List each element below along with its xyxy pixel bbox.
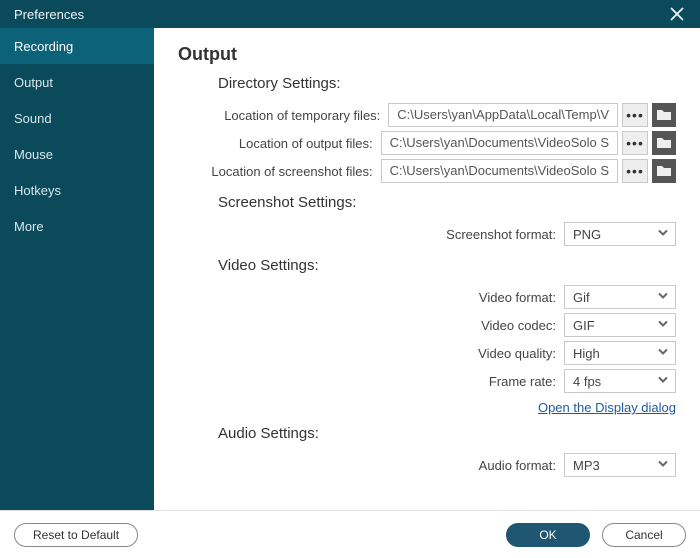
select-value: GIF xyxy=(573,318,595,333)
video-quality-select[interactable]: High xyxy=(564,341,676,365)
select-value: High xyxy=(573,346,600,361)
output-location-field[interactable]: C:\Users\yan\Documents\VideoSolo S xyxy=(381,131,618,155)
label-video-format: Video format: xyxy=(178,290,564,305)
footer: Reset to Default OK Cancel xyxy=(0,510,700,558)
sidebar-item-label: Sound xyxy=(14,111,52,126)
section-heading-screenshot: Screenshot Settings: xyxy=(218,194,676,211)
frame-rate-select[interactable]: 4 fps xyxy=(564,369,676,393)
sidebar-item-label: Hotkeys xyxy=(14,183,61,198)
screenshot-format-select[interactable]: PNG xyxy=(564,222,676,246)
folder-icon[interactable] xyxy=(652,159,676,183)
folder-icon[interactable] xyxy=(652,103,676,127)
sidebar-item-recording[interactable]: Recording xyxy=(0,28,154,64)
screenshot-location-browse-button[interactable]: ••• xyxy=(622,159,648,183)
close-icon[interactable] xyxy=(668,5,686,23)
temp-location-browse-button[interactable]: ••• xyxy=(622,103,648,127)
main-panel: Output Directory Settings: Location of t… xyxy=(154,28,700,510)
chevron-down-icon xyxy=(657,318,669,333)
select-value: 4 fps xyxy=(573,374,601,389)
chevron-down-icon xyxy=(657,346,669,361)
sidebar-item-label: Recording xyxy=(14,39,73,54)
sidebar-item-hotkeys[interactable]: Hotkeys xyxy=(0,172,154,208)
label-video-quality: Video quality: xyxy=(178,346,564,361)
open-display-dialog-link[interactable]: Open the Display dialog xyxy=(538,400,676,415)
sidebar-item-more[interactable]: More xyxy=(0,208,154,244)
reset-to-default-button[interactable]: Reset to Default xyxy=(14,523,138,547)
label-audio-format: Audio format: xyxy=(178,458,564,473)
chevron-down-icon xyxy=(657,290,669,305)
screenshot-location-field[interactable]: C:\Users\yan\Documents\VideoSolo S xyxy=(381,159,618,183)
select-value: PNG xyxy=(573,227,601,242)
page-title: Output xyxy=(178,44,676,65)
folder-icon[interactable] xyxy=(652,131,676,155)
preferences-window: Preferences Recording Output Sound Mouse… xyxy=(0,0,700,558)
select-value: MP3 xyxy=(573,458,600,473)
ok-button[interactable]: OK xyxy=(506,523,590,547)
window-title: Preferences xyxy=(14,7,84,22)
titlebar: Preferences xyxy=(0,0,700,28)
sidebar: Recording Output Sound Mouse Hotkeys Mor… xyxy=(0,28,154,510)
sidebar-item-output[interactable]: Output xyxy=(0,64,154,100)
label-temp-location: Location of temporary files: xyxy=(178,108,388,123)
label-frame-rate: Frame rate: xyxy=(178,374,564,389)
sidebar-item-mouse[interactable]: Mouse xyxy=(0,136,154,172)
section-heading-directory: Directory Settings: xyxy=(218,75,676,92)
label-screenshot-location: Location of screenshot files: xyxy=(178,164,381,179)
sidebar-item-label: More xyxy=(14,219,44,234)
section-heading-audio: Audio Settings: xyxy=(218,425,676,442)
output-location-browse-button[interactable]: ••• xyxy=(622,131,648,155)
cancel-button[interactable]: Cancel xyxy=(602,523,686,547)
chevron-down-icon xyxy=(657,227,669,242)
label-output-location: Location of output files: xyxy=(178,136,381,151)
video-codec-select[interactable]: GIF xyxy=(564,313,676,337)
temp-location-field[interactable]: C:\Users\yan\AppData\Local\Temp\V xyxy=(388,103,618,127)
select-value: Gif xyxy=(573,290,590,305)
chevron-down-icon xyxy=(657,458,669,473)
video-format-select[interactable]: Gif xyxy=(564,285,676,309)
sidebar-item-label: Mouse xyxy=(14,147,53,162)
audio-format-select[interactable]: MP3 xyxy=(564,453,676,477)
label-screenshot-format: Screenshot format: xyxy=(178,227,564,242)
label-video-codec: Video codec: xyxy=(178,318,564,333)
sidebar-item-sound[interactable]: Sound xyxy=(0,100,154,136)
chevron-down-icon xyxy=(657,374,669,389)
section-heading-video: Video Settings: xyxy=(218,257,676,274)
sidebar-item-label: Output xyxy=(14,75,53,90)
